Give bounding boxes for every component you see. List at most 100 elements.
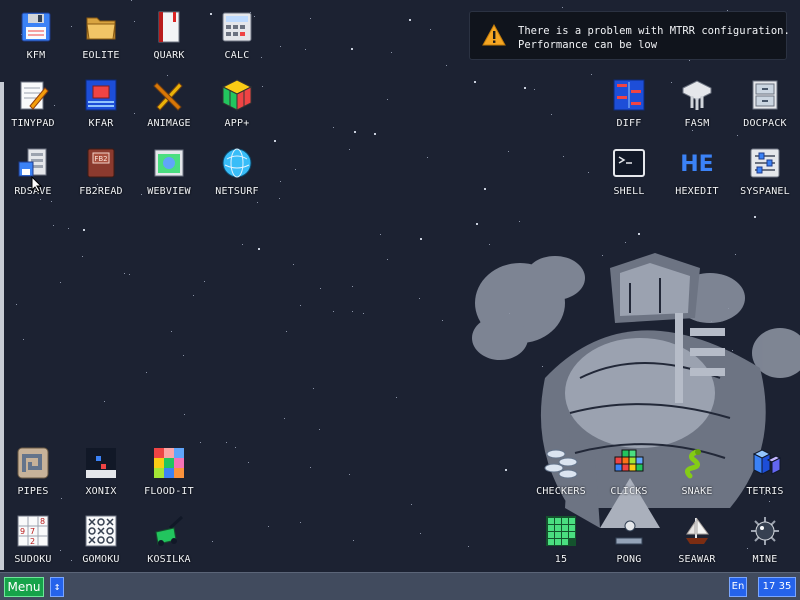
star — [258, 248, 260, 250]
icon-label: CALC — [224, 50, 250, 61]
notepad-pencil-icon — [16, 78, 50, 112]
desktop-icon-appplus[interactable]: APP+ — [205, 72, 269, 136]
desktop-icon-pipes[interactable]: PIPES — [1, 440, 65, 504]
desktop-icon-fb2read[interactable]: FB2 FB2READ — [69, 140, 133, 204]
desktop-icon-floodit[interactable]: FLOOD-IT — [137, 440, 201, 504]
star — [68, 228, 69, 229]
desktop-icon-calc[interactable]: CALC — [205, 4, 269, 68]
star — [551, 114, 552, 115]
icon-label: FLOOD-IT — [144, 486, 194, 497]
desktop-icon-quark[interactable]: QUARK — [137, 4, 201, 68]
star — [284, 418, 285, 419]
star — [519, 221, 520, 222]
desktop-icon-xonix[interactable]: XONIX — [69, 440, 133, 504]
icon-label: TINYPAD — [11, 118, 55, 129]
star — [305, 49, 306, 50]
desktop-icon-syspanel[interactable]: SYSPANEL — [733, 140, 797, 204]
desktop-icon-tinypad[interactable]: TINYPAD — [1, 72, 65, 136]
desktop-icon-tetris[interactable]: TETRIS — [733, 440, 797, 504]
notebook-icon — [152, 10, 186, 44]
star — [82, 256, 83, 257]
desktop-icon-kfm[interactable]: KFM — [4, 4, 68, 68]
desktop-icon-gomoku[interactable]: GOMOKU — [69, 508, 133, 572]
desktop-icon-fasm[interactable]: FASM — [665, 72, 729, 136]
desktop-icon-snake[interactable]: SNAKE — [665, 440, 729, 504]
star — [508, 151, 509, 152]
desktop-icon-seawar[interactable]: SEAWAR — [665, 508, 729, 572]
menu-button[interactable]: Menu — [4, 577, 44, 597]
desktop-icon-checkers[interactable]: CHECKERS — [529, 440, 593, 504]
star — [351, 48, 353, 50]
desktop-icon-netsurf[interactable]: NETSURF — [205, 140, 269, 204]
desktop-icon-webview[interactable]: WEBVIEW — [137, 140, 201, 204]
desktop-icon-rdsave[interactable]: RDSAVE — [1, 140, 65, 204]
star — [212, 541, 213, 542]
star — [427, 157, 428, 158]
star — [295, 169, 296, 170]
icon-label: CHECKERS — [536, 486, 586, 497]
desktop-icon-shell[interactable]: SHELL — [597, 140, 661, 204]
star — [363, 313, 364, 314]
star — [53, 225, 54, 226]
mtrr-warning-notification[interactable]: There is a problem with MTRR configurati… — [469, 11, 790, 60]
desktop-icon-diff[interactable]: DIFF — [597, 72, 661, 136]
icon-label: PIPES — [17, 486, 49, 497]
star — [562, 7, 563, 8]
star — [442, 320, 443, 321]
star — [411, 504, 412, 505]
desktop-icon-kfar[interactable]: KFAR — [69, 72, 133, 136]
desktop-icon-sudoku[interactable]: 8 972 SUDOKU — [1, 508, 65, 572]
floppy-disk-icon — [19, 10, 53, 44]
desktop-icon-fifteen[interactable]: 15 — [529, 508, 593, 572]
desktop-icon-hexedit[interactable]: HE HEXEDIT — [665, 140, 729, 204]
icon-label: FB2READ — [79, 186, 123, 197]
xonix-game-icon — [84, 446, 118, 480]
desktop-icon-docpack[interactable]: DOCPACK — [733, 72, 797, 136]
icon-label: SHELL — [613, 186, 645, 197]
desktop-icon-clicks[interactable]: CLICKS — [597, 440, 661, 504]
keyboard-language-indicator[interactable]: En — [729, 577, 747, 597]
warning-icon — [482, 24, 506, 46]
desktop-icon-animage[interactable]: ANIMAGE — [137, 72, 201, 136]
desktop-icon-pong[interactable]: PONG — [597, 508, 661, 572]
star — [300, 305, 301, 306]
desktop-icon-mine[interactable]: MINE — [733, 508, 797, 572]
star — [226, 442, 227, 443]
icon-label: TETRIS — [746, 486, 784, 497]
notification-line-2: Performance can be low — [518, 39, 658, 51]
star — [235, 447, 236, 448]
star — [588, 172, 589, 173]
star — [474, 81, 476, 83]
icon-label: PONG — [616, 554, 642, 565]
desktop-icon-eolite[interactable]: EOLITE — [69, 4, 133, 68]
star — [591, 74, 592, 75]
desktop-icon-kosilka[interactable]: KOSILKA — [137, 508, 201, 572]
star — [280, 181, 281, 182]
archive-manager-icon — [84, 78, 118, 112]
cabinet-icon — [748, 78, 782, 112]
star — [280, 46, 281, 47]
star — [563, 156, 564, 157]
star — [134, 21, 135, 22]
clock[interactable]: 17 35 — [758, 577, 796, 597]
notification-text: There is a problem with MTRR configurati… — [518, 24, 790, 52]
lawn-mower-icon — [152, 514, 186, 548]
star — [293, 264, 294, 265]
snake-icon — [680, 446, 714, 480]
star — [380, 234, 381, 235]
icon-label: XONIX — [85, 486, 117, 497]
star — [354, 131, 356, 133]
desktop: There is a problem with MTRR configurati… — [0, 0, 800, 572]
star — [420, 238, 422, 240]
svg-text:2: 2 — [30, 537, 35, 546]
sudoku-grid-icon: 8 972 — [16, 514, 50, 548]
star — [60, 282, 61, 283]
folder-icon — [84, 10, 118, 44]
star — [129, 274, 130, 275]
hex-editor-icon: HE — [680, 146, 714, 180]
icon-label: 15 — [554, 554, 568, 565]
icon-label: KOSILKA — [147, 554, 191, 565]
star — [124, 273, 125, 274]
window-switch-button[interactable]: ↕ — [50, 577, 64, 597]
star — [242, 244, 243, 245]
